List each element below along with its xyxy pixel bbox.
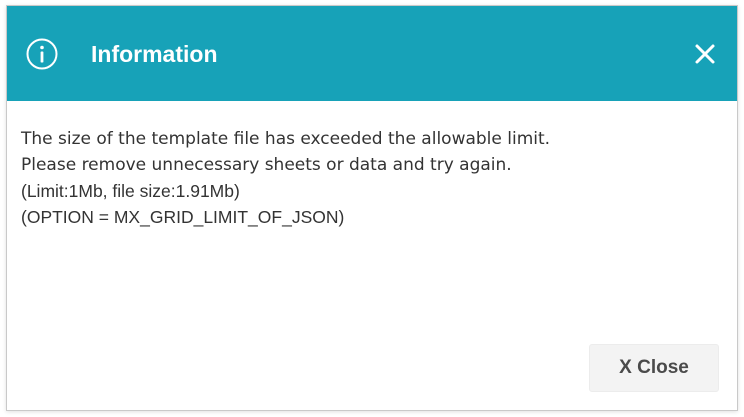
close-icon[interactable] <box>691 40 719 68</box>
info-icon <box>26 38 58 70</box>
message-line: (OPTION = MX_GRID_LIMIT_OF_JSON) <box>21 207 345 227</box>
dialog-message: The size of the template file has exceed… <box>21 126 723 230</box>
message-line: (Limit:1Mb, file size:1.91Mb) <box>21 181 240 201</box>
close-button[interactable]: X Close <box>589 344 719 392</box>
message-line: Please remove unnecessary sheets or data… <box>21 155 512 175</box>
information-dialog: Information The size of the template fil… <box>6 5 738 411</box>
dialog-title: Information <box>91 41 218 67</box>
dialog-header: Information <box>7 6 737 101</box>
message-line: The size of the template file has exceed… <box>21 129 551 149</box>
